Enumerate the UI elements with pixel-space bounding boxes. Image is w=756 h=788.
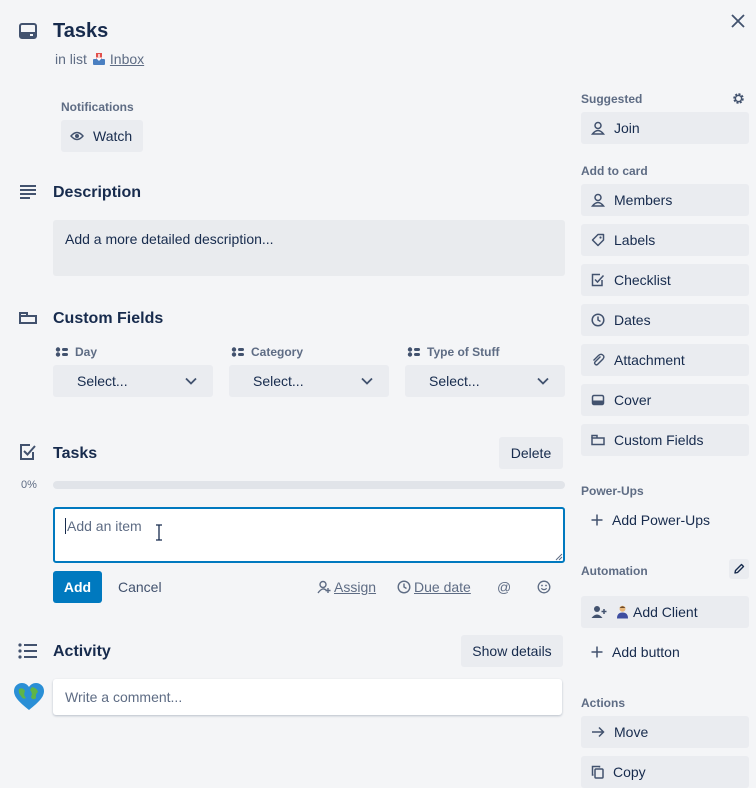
show-details-button[interactable]: Show details — [461, 635, 563, 667]
text-cursor-icon — [154, 524, 164, 541]
gear-icon[interactable] — [731, 91, 746, 106]
due-date-button[interactable]: Due date — [397, 579, 471, 595]
avatar[interactable] — [13, 682, 45, 712]
activity-title: Activity — [53, 643, 111, 660]
user-icon — [591, 121, 605, 135]
custom-fields-button[interactable]: Custom Fields — [581, 424, 749, 456]
activity-icon — [18, 643, 38, 659]
in-list-prefix: in list — [55, 51, 87, 67]
join-button[interactable]: Join — [581, 112, 749, 144]
watch-label: Watch — [93, 128, 133, 144]
add-client-label: Add Client — [616, 604, 698, 620]
actions-label: Actions — [581, 696, 626, 710]
custom-field-label-day: Day — [55, 345, 97, 359]
add-user-icon — [591, 605, 607, 619]
clock-icon — [397, 580, 411, 594]
add-button-button[interactable]: Add button — [581, 636, 749, 668]
list-name: Inbox — [109, 51, 145, 67]
copy-button[interactable]: Copy — [581, 756, 749, 788]
delete-checklist-button[interactable]: Delete — [499, 437, 563, 469]
resize-handle-icon[interactable] — [555, 553, 563, 561]
custom-field-label-type-of-stuff: Type of Stuff — [407, 345, 499, 359]
card-title[interactable]: Tasks — [53, 20, 108, 43]
add-item-placeholder: Add an item — [65, 518, 142, 534]
chevron-down-icon — [537, 377, 549, 385]
add-user-icon — [317, 580, 331, 594]
mention-icon[interactable]: @ — [497, 579, 511, 595]
plus-icon — [591, 514, 603, 526]
move-button[interactable]: Move — [581, 716, 749, 748]
add-item-input[interactable]: Add an item — [53, 507, 565, 563]
inbox-tray-icon — [91, 51, 107, 67]
add-item-button[interactable]: Add — [53, 571, 102, 603]
power-ups-label: Power-Ups — [581, 484, 644, 498]
list-link[interactable]: Inbox — [91, 51, 144, 67]
person-emoji-icon — [616, 605, 629, 619]
copy-icon — [591, 765, 604, 779]
type-of-stuff-select[interactable]: Select... — [405, 365, 565, 397]
plus-icon — [591, 646, 603, 658]
card-cover-icon — [591, 393, 605, 407]
description-input[interactable]: Add a more detailed description... — [53, 220, 565, 276]
in-list-text: in list Inbox — [55, 51, 144, 67]
user-icon — [591, 193, 605, 207]
custom-fields-title: Custom Fields — [53, 310, 164, 327]
labels-button[interactable]: Labels — [581, 224, 749, 256]
dates-button[interactable]: Dates — [581, 304, 749, 336]
custom-field-label-category: Category — [231, 345, 303, 359]
card-icon — [18, 21, 38, 41]
field-dots-icon — [407, 347, 421, 357]
arrow-right-icon — [591, 726, 605, 738]
paperclip-icon — [591, 353, 605, 367]
field-dots-icon — [55, 347, 69, 357]
progress-percent: 0% — [21, 479, 37, 491]
add-client-button[interactable]: Add Client — [581, 596, 749, 628]
attachment-button[interactable]: Attachment — [581, 344, 749, 376]
checkbox-icon — [591, 273, 605, 287]
progress-bar — [53, 481, 565, 489]
close-icon[interactable] — [726, 9, 750, 33]
tag-icon — [591, 233, 605, 247]
clock-icon — [591, 313, 605, 327]
cover-button[interactable]: Cover — [581, 384, 749, 416]
checklist-button[interactable]: Checklist — [581, 264, 749, 296]
watch-button[interactable]: Watch — [61, 120, 143, 152]
add-to-card-label: Add to card — [581, 164, 648, 178]
pencil-icon[interactable] — [729, 559, 749, 579]
chevron-down-icon — [361, 377, 373, 385]
eye-icon — [70, 131, 84, 141]
members-button[interactable]: Members — [581, 184, 749, 216]
custom-fields-icon — [18, 311, 38, 325]
description-icon — [19, 184, 37, 200]
comment-input[interactable]: Write a comment... — [53, 679, 562, 715]
cancel-button[interactable]: Cancel — [118, 579, 162, 595]
day-select[interactable]: Select... — [53, 365, 213, 397]
category-select[interactable]: Select... — [229, 365, 389, 397]
notifications-label: Notifications — [61, 100, 134, 114]
chevron-down-icon — [185, 377, 197, 385]
checklist-icon — [19, 443, 37, 461]
suggested-label: Suggested — [581, 92, 643, 106]
add-power-ups-button[interactable]: Add Power-Ups — [581, 504, 749, 536]
custom-fields-icon — [591, 434, 605, 446]
field-dots-icon — [231, 347, 245, 357]
automation-label: Automation — [581, 564, 648, 578]
assign-button[interactable]: Assign — [317, 579, 376, 595]
checklist-title[interactable]: Tasks — [53, 445, 97, 463]
description-title: Description — [53, 184, 142, 201]
emoji-icon[interactable] — [537, 580, 551, 594]
